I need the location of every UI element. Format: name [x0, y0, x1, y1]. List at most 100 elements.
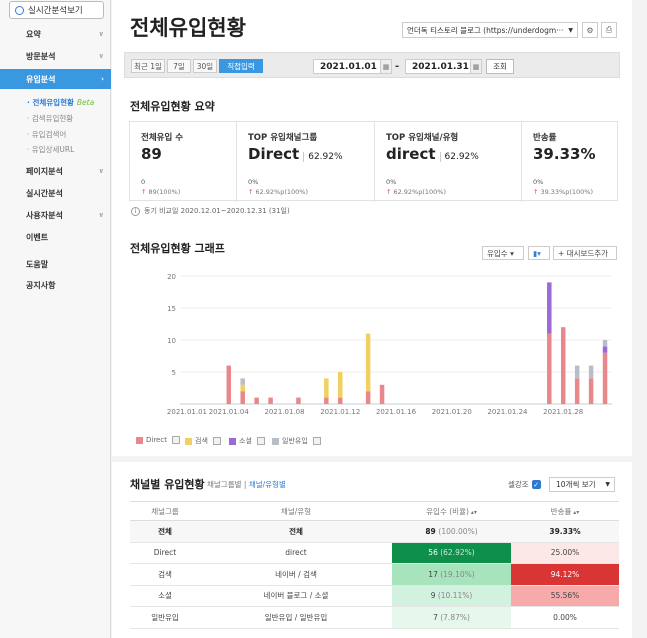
chevron-down-icon: ∨ — [98, 30, 104, 38]
summary-compare: 0% — [248, 178, 259, 186]
y-tick-label: 10 — [167, 337, 176, 345]
compare-note: i 동기 비교일 2020.12.01~2020.12.31 (31일) — [131, 206, 290, 216]
bar-Direct-01.07 — [268, 397, 273, 404]
summary-value: direct 62.92% — [386, 145, 479, 163]
legend-general[interactable]: 일반유입 — [272, 436, 321, 446]
channel-filter[interactable]: 채널그룹별 | 채널/유형별 — [207, 479, 286, 490]
nav-label: 요약 — [26, 29, 41, 39]
summary-change: 62.92%p(100%) — [386, 188, 446, 196]
page-size-select[interactable]: 10개씩 보기 ▼ — [549, 477, 615, 492]
cell-channel-type: 전체 — [200, 520, 392, 543]
legend-swatch — [136, 436, 143, 444]
chevron-down-icon: ∨ — [98, 211, 104, 219]
calendar-icon[interactable]: ▦ — [380, 59, 392, 74]
legend-search[interactable]: 검색 — [185, 436, 221, 446]
summary-compare: 0% — [386, 178, 397, 186]
bar-일반유입-01.29 — [574, 365, 580, 379]
metric-select-value: 유입수 — [487, 248, 508, 258]
count-ratio: (10.11%) — [437, 591, 473, 601]
table-row: 전체 전체 89 (100.00%) 39.33% — [130, 520, 619, 543]
cell-inflow-count: 17 (19.10%) — [392, 563, 511, 586]
calendar-icon[interactable]: ▦ — [470, 59, 482, 74]
nav-notices[interactable]: 공지사항 — [0, 275, 111, 295]
nav-user-analysis[interactable]: 사용자분석 ∨ — [0, 205, 111, 225]
nav-events[interactable]: 이벤트 — [0, 227, 111, 247]
x-tick-label: 2021.01.16 — [376, 408, 417, 416]
start-date-input[interactable]: 2021.01.01 — [313, 59, 381, 74]
site-select-value: 언더독 티스토리 블로그 (https://underdogm··· — [407, 25, 564, 35]
summary-title: 전체유입현황 요약 — [130, 100, 215, 113]
range-7days-button[interactable]: 7일 — [167, 59, 191, 73]
chart-type-button[interactable]: ▮▾ — [528, 246, 550, 260]
channel-table: 채널그룹 채널/유형 유입수 (비율) 반송률 전체전체89 (100.00%)… — [130, 501, 619, 629]
sidebar: 실시간분석보기 요약 ∨ 방문분석 ∨ 유입분석 › · 전체유입현황 Beta · 검… — [0, 0, 111, 638]
bar-Direct-01.11 — [324, 397, 329, 404]
subnav-search-inflow[interactable]: · 검색유입현황 — [27, 113, 73, 124]
filter-type-link[interactable]: 채널/유형별 — [249, 480, 286, 489]
checkbox-icon — [256, 437, 265, 445]
nav-label: 페이지분석 — [26, 166, 63, 176]
y-tick-label: 5 — [172, 369, 176, 377]
cell-bounce-rate: 94.12% — [511, 563, 619, 586]
bar-일반유입-01.05 — [240, 378, 245, 385]
summary-value: 39.33% — [533, 145, 595, 163]
x-tick-label: 2021.01.24 — [487, 408, 528, 416]
info-icon: i — [131, 206, 140, 216]
query-button[interactable]: 조회 — [486, 59, 514, 74]
range-custom-button[interactable]: 직접입력 — [219, 59, 263, 73]
settings-button[interactable]: ⚙ — [582, 22, 598, 38]
header-inflow-count[interactable]: 유입수 (비율) — [392, 501, 511, 521]
summary-label: TOP 유입채널그룹 — [248, 133, 318, 143]
subnav-search-keywords[interactable]: · 유입검색어 — [27, 129, 66, 140]
nav-visit-analysis[interactable]: 방문분석 ∨ — [0, 46, 111, 66]
filter-group-link[interactable]: 채널그룹별 | — [207, 480, 246, 489]
bar-Direct-01.28 — [560, 327, 566, 404]
chevron-down-icon: ▾ — [510, 248, 514, 258]
bar-chart-icon: ▮▾ — [533, 248, 541, 258]
nav-summary[interactable]: 요약 ∨ — [0, 24, 111, 44]
bar-Direct-01.29 — [574, 378, 580, 404]
subnav-label: 검색유입현황 — [31, 114, 74, 123]
print-button[interactable]: ⎙ — [601, 22, 617, 38]
nav-realtime-analysis[interactable]: 실시간분석 — [0, 183, 111, 203]
table-header-row: 채널그룹 채널/유형 유입수 (비율) 반송률 — [130, 501, 619, 521]
cell-inflow-count: 89 (100.00%) — [392, 520, 511, 543]
nav-help[interactable]: 도움말 — [0, 254, 111, 274]
date-filter-bar: 최근 1일 7일 30일 직접입력 2021.01.01 ▦ - 2021.01… — [124, 52, 620, 78]
summary-value-text: direct — [386, 145, 436, 163]
cell-bounce-rate: 25.00% — [511, 542, 619, 564]
cell-channel-group: Direct — [130, 542, 200, 564]
table-row: 일반유입 일반유입 / 일반유입 7 (7.87%) 0.00% — [130, 606, 619, 629]
end-date-input[interactable]: 2021.01.31 — [405, 59, 471, 74]
clock-icon — [15, 5, 24, 15]
nav-label: 사용자분석 — [26, 210, 63, 220]
subnav-label: 유입상세URL — [31, 145, 75, 154]
legend-label: Direct — [146, 436, 167, 444]
legend-direct[interactable]: Direct — [136, 436, 180, 444]
nav-inflow-analysis[interactable]: 유입분석 › — [0, 69, 111, 89]
summary-compare: 0% — [533, 178, 544, 186]
checkbox-checked-icon[interactable]: ✓ — [531, 480, 541, 489]
bar-일반유입-01.30 — [588, 365, 594, 379]
metric-select[interactable]: 유입수 ▾ — [482, 246, 524, 260]
cell-bounce-rate: 0.00% — [511, 606, 619, 629]
legend-social[interactable]: 소셜 — [229, 436, 265, 446]
nav-label: 도움말 — [26, 259, 49, 269]
highlight-label: 셀강조 — [508, 480, 529, 489]
realtime-analysis-button[interactable]: 실시간분석보기 — [9, 1, 104, 19]
site-select[interactable]: 언더독 티스토리 블로그 (https://underdogm··· ▼ — [402, 22, 578, 38]
nav-page-analysis[interactable]: 페이지분석 ∨ — [0, 161, 111, 181]
summary-percent: 62.92% — [439, 152, 479, 162]
summary-label: 전체유입 수 — [141, 133, 184, 143]
cell-bounce-rate: 39.33% — [511, 520, 619, 543]
nav-label: 공지사항 — [26, 280, 56, 290]
subnav-detail-url[interactable]: · 유입상세URL — [27, 144, 74, 155]
range-1day-button[interactable]: 최근 1일 — [131, 59, 165, 73]
subnav-total-inflow[interactable]: · 전체유입현황 Beta — [27, 97, 94, 108]
highlight-toggle[interactable]: 셀강조 ✓ — [508, 479, 541, 490]
count-ratio: (100.00%) — [438, 526, 478, 536]
header-bounce-rate[interactable]: 반송률 — [511, 501, 619, 521]
range-30days-button[interactable]: 30일 — [193, 59, 217, 73]
cell-channel-type: 일반유입 / 일반유입 — [200, 606, 392, 629]
add-dashboard-button[interactable]: + 대시보드추가 — [553, 246, 617, 260]
